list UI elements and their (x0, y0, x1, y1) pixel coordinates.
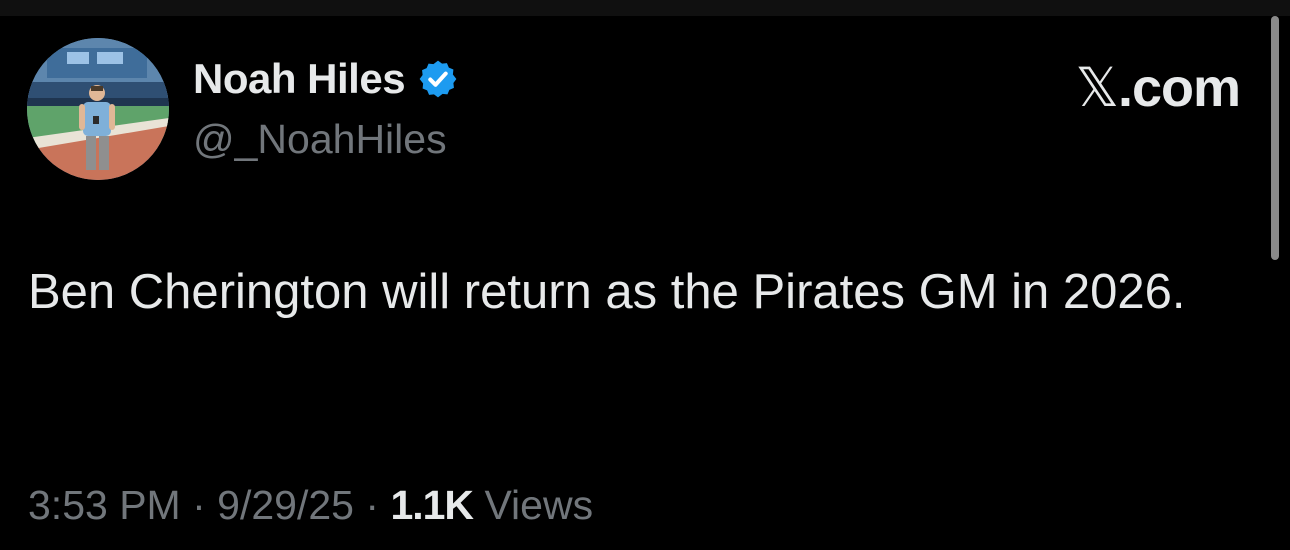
tweet-meta: 3:53 PM · 9/29/25 · 1.1K Views (28, 482, 593, 529)
tweet-date[interactable]: 9/29/25 (217, 482, 354, 528)
views-count: 1.1K (390, 482, 474, 528)
author-handle[interactable]: @_NoahHiles (193, 116, 447, 163)
top-strip (0, 0, 1290, 16)
meta-separator: · (365, 482, 380, 528)
author-name-row: Noah Hiles (193, 54, 459, 104)
verified-badge-icon (417, 58, 459, 100)
x-com-logo: 𝕏.com (1075, 56, 1241, 119)
tweet-card: Noah Hiles @_NoahHiles 𝕏.com Ben Chering… (0, 16, 1290, 550)
avatar[interactable] (27, 38, 169, 180)
meta-separator: · (192, 482, 206, 528)
tweet-time[interactable]: 3:53 PM (28, 482, 181, 528)
views-label: Views (484, 482, 594, 528)
scrollbar[interactable] (1271, 16, 1279, 260)
tweet-text: Ben Cherington will return as the Pirate… (28, 265, 1186, 319)
x-logo-icon: 𝕏 (1075, 58, 1119, 118)
author-name[interactable]: Noah Hiles (193, 55, 406, 103)
logo-suffix: .com (1117, 58, 1241, 118)
avatar-photo-icon (27, 38, 169, 180)
